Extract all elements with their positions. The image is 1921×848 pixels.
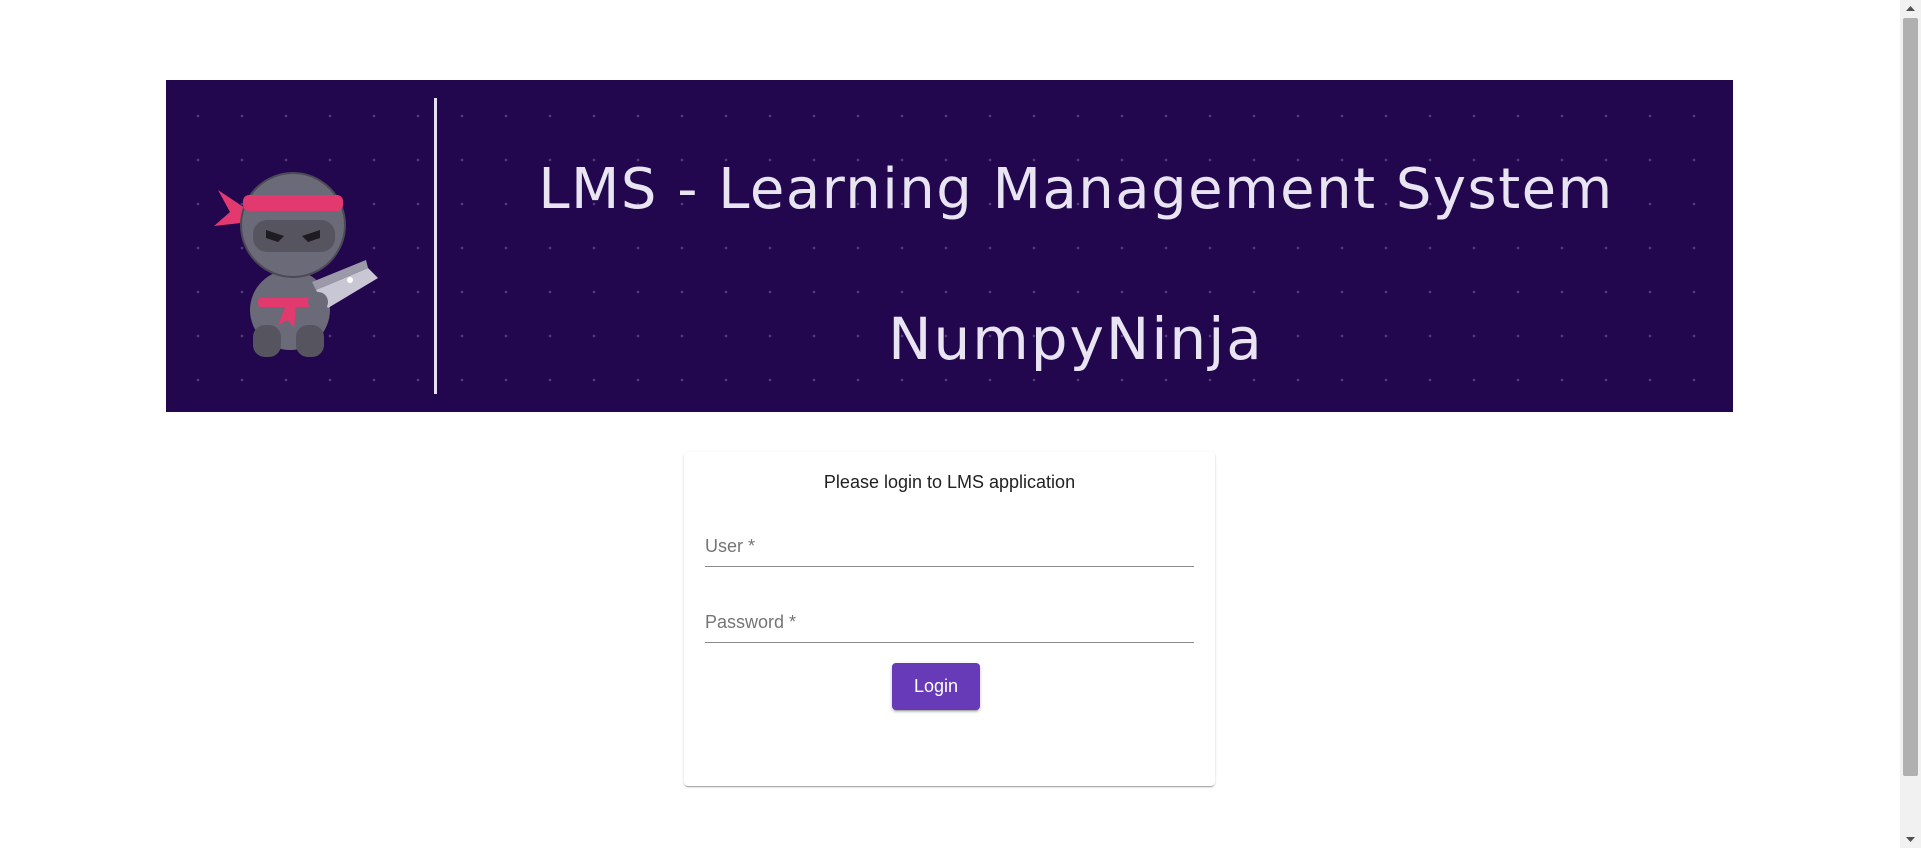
banner-title: LMS - Learning Management System (538, 157, 1614, 222)
ninja-icon (214, 172, 378, 357)
login-heading: Please login to LMS application (823, 472, 1076, 492)
user-input[interactable] (705, 532, 1198, 568)
lms-banner: LMS - Learning Management System NumpyNi… (166, 80, 1733, 412)
scroll-down-arrow-icon[interactable] (1900, 831, 1921, 848)
user-field[interactable]: User * (705, 532, 1198, 568)
banner-brand-name: NumpyNinja (888, 305, 1264, 373)
login-button[interactable]: Login (892, 663, 980, 710)
login-card: Please login to LMS application User * P… (684, 452, 1215, 786)
vertical-scrollbar[interactable] (1900, 0, 1921, 848)
password-input[interactable] (705, 608, 1198, 644)
scroll-up-arrow-icon[interactable] (1900, 0, 1921, 17)
scrollbar-thumb[interactable] (1903, 18, 1918, 776)
banner-divider (434, 98, 437, 394)
password-field[interactable]: Password * (705, 608, 1198, 644)
